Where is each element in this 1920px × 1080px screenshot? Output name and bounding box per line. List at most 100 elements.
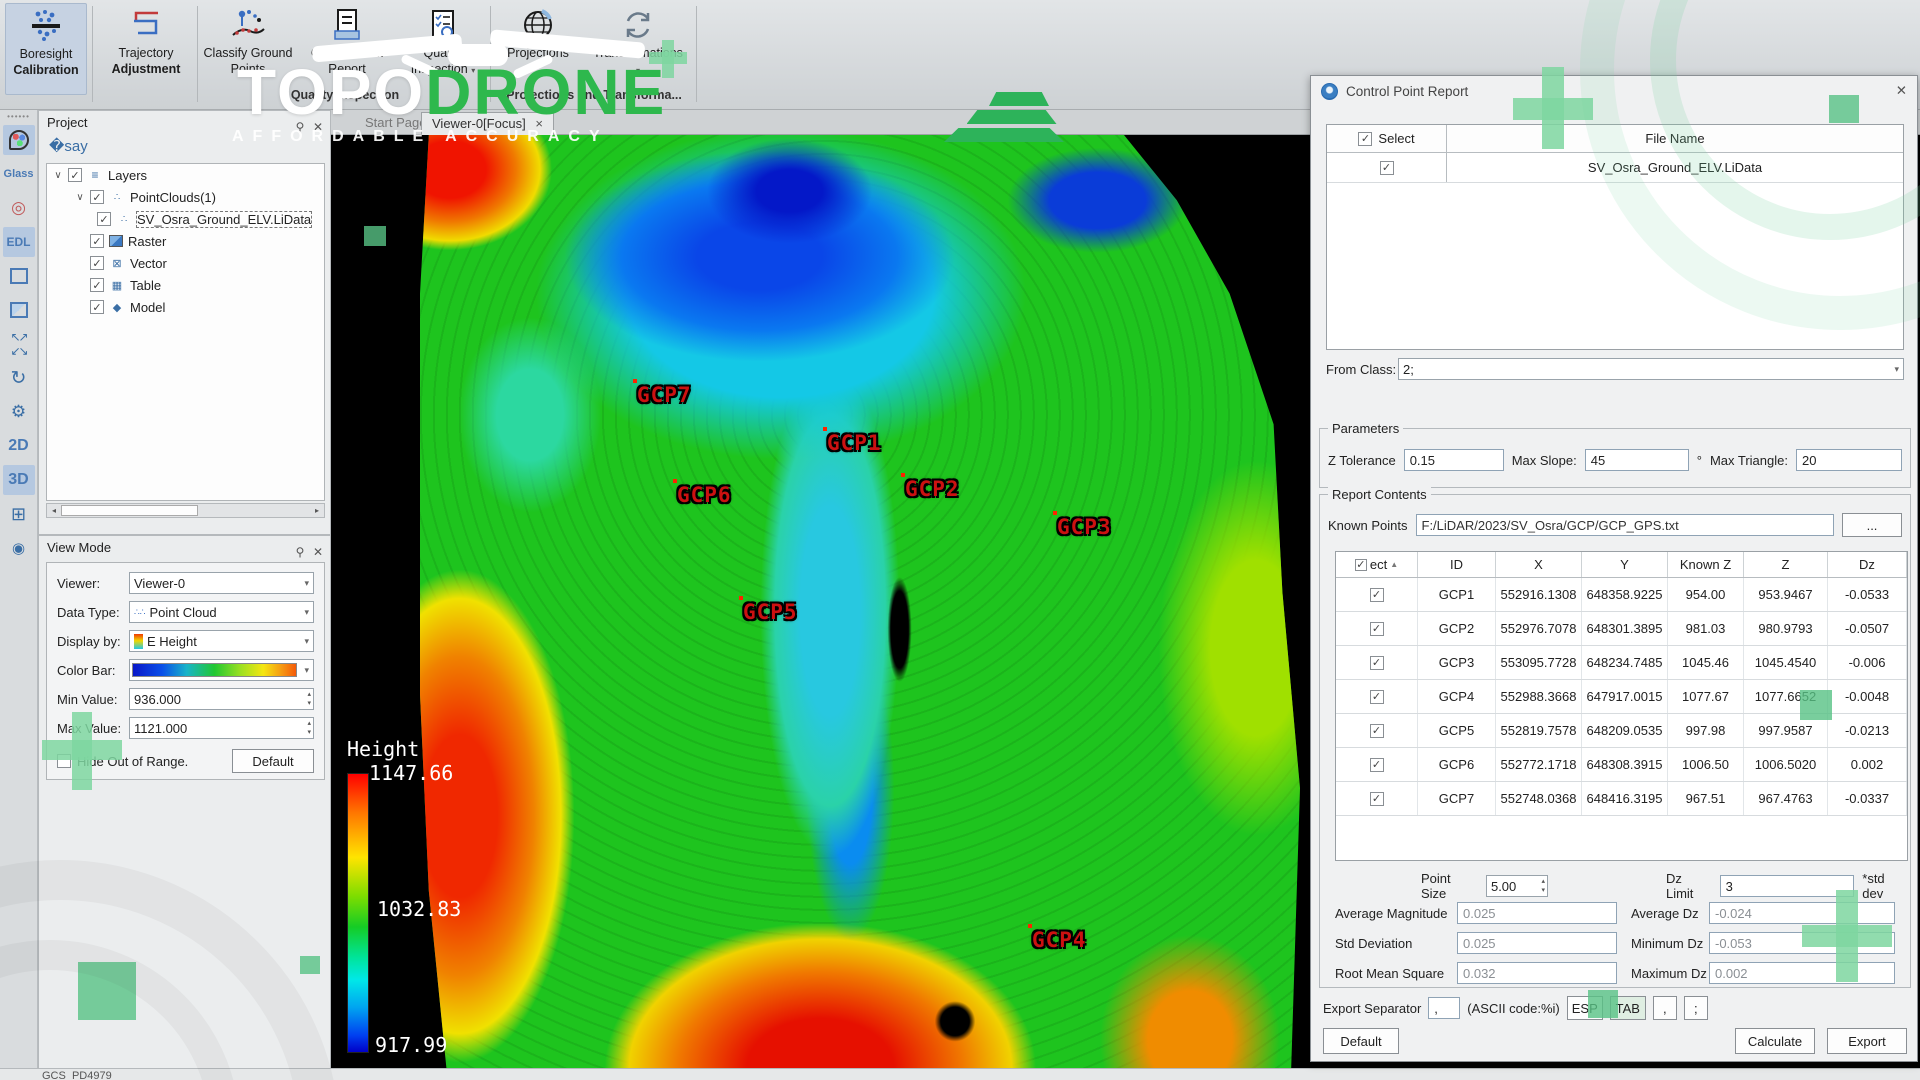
gcp-table-row[interactable]: GCP6 552772.1718 648308.3915 1006.50 100… — [1336, 748, 1907, 782]
tree-item-lidata-file[interactable]: ∴SV_Osra_Ground_ELV.LiData — [47, 208, 324, 230]
gcp-table-row[interactable]: GCP7 552748.0368 648416.3195 967.51 967.… — [1336, 782, 1907, 816]
header-x[interactable]: X — [1496, 552, 1582, 577]
header-dz[interactable]: Dz — [1828, 552, 1907, 577]
select-all-gcp-checkbox[interactable] — [1355, 559, 1367, 571]
control-point-report-button[interactable]: Control Point Report — [300, 3, 394, 95]
header-select[interactable]: ect▲ — [1336, 552, 1418, 577]
strip-drag-handle[interactable]: •••••• — [0, 112, 37, 121]
orbit-rotate-icon[interactable]: ↻ — [3, 363, 35, 393]
tree-item-model[interactable]: ◆Model — [47, 296, 324, 318]
gcp-marker[interactable]: GCP5 — [743, 600, 798, 624]
calculate-button[interactable]: Calculate — [1735, 1028, 1815, 1054]
gcp-table-row[interactable]: GCP2 552976.7078 648301.3895 981.03 980.… — [1336, 612, 1907, 646]
row-checkbox[interactable] — [1370, 792, 1384, 806]
checkbox[interactable] — [90, 256, 104, 270]
display-by-palette-icon[interactable] — [3, 125, 35, 155]
std-deviation-value[interactable]: 0.025 — [1457, 932, 1617, 954]
known-points-path-input[interactable]: F:/LiDAR/2023/SV_Osra/GCP/GCP_GPS.txt — [1416, 514, 1835, 536]
max-slope-input[interactable]: 45 — [1585, 449, 1689, 471]
pin-icon[interactable]: ⚲ — [292, 115, 308, 139]
gcp-marker[interactable]: GCP7 — [637, 383, 692, 407]
rms-value[interactable]: 0.032 — [1457, 962, 1617, 984]
header-known-z[interactable]: Known Z — [1668, 552, 1744, 577]
data-type-select[interactable]: ∴∴Point Cloud▾ — [129, 601, 314, 623]
boresight-calibration-button[interactable]: Boresight Calibration — [5, 3, 87, 95]
tab-separator-button[interactable]: TAB — [1610, 996, 1646, 1020]
gcp-marker[interactable]: GCP2 — [905, 477, 960, 501]
tab-close-icon[interactable]: × — [535, 116, 543, 131]
close-icon[interactable]: ✕ — [310, 540, 326, 564]
tree-item-raster[interactable]: Raster — [47, 230, 324, 252]
cube-view-icon[interactable] — [3, 261, 35, 291]
new-viewer-icon[interactable]: ⊞ — [3, 499, 35, 529]
tree-item-vector[interactable]: ⊠Vector — [47, 252, 324, 274]
header-id[interactable]: ID — [1418, 552, 1496, 577]
header-z[interactable]: Z — [1744, 552, 1828, 577]
dz-limit-input[interactable]: 3 — [1720, 875, 1855, 897]
trajectory-adjustment-button[interactable]: Trajectory Adjustment — [96, 3, 196, 95]
transformations-button[interactable]: Transformations ▾ — [584, 3, 692, 95]
comma-separator-button[interactable]: , — [1653, 996, 1677, 1020]
tab-viewer-0[interactable]: Viewer-0[Focus] × — [421, 112, 554, 135]
row-checkbox[interactable] — [1370, 622, 1384, 636]
color-bar-select[interactable]: ▾ — [129, 659, 314, 681]
separator-input[interactable]: , — [1428, 997, 1460, 1019]
gcp-marker[interactable]: GCP4 — [1032, 928, 1087, 952]
settings-points-icon[interactable]: ⚙ — [3, 397, 35, 427]
min-dz-value[interactable]: -0.053 — [1709, 932, 1895, 954]
checkbox[interactable] — [97, 212, 111, 226]
caret-icon[interactable]: ∨ — [53, 170, 63, 181]
gcp-table-row[interactable]: GCP5 552819.7578 648209.0535 997.98 997.… — [1336, 714, 1907, 748]
gcp-table-row[interactable]: GCP4 552988.3668 647917.0015 1077.67 107… — [1336, 680, 1907, 714]
from-class-select[interactable]: 2;▾ — [1398, 358, 1904, 380]
viewer-select[interactable]: Viewer-0▾ — [129, 572, 314, 594]
esp-separator-button[interactable]: ESP — [1567, 996, 1603, 1020]
tree-item-pointclouds[interactable]: ∨∴PointClouds(1) — [47, 186, 324, 208]
terrain-point-cloud[interactable] — [420, 135, 1300, 1068]
classify-ground-points-button[interactable]: Classify Ground Points — [200, 3, 296, 95]
gcp-table-row[interactable]: GCP3 553095.7728 648234.7485 1045.46 104… — [1336, 646, 1907, 680]
display-by-select[interactable]: E Height▾ — [129, 630, 314, 652]
default-button[interactable]: Default — [232, 749, 314, 773]
roam-view-icon[interactable]: ◉ — [3, 533, 35, 563]
row-checkbox[interactable] — [1370, 724, 1384, 738]
pin-icon[interactable]: ⚲ — [292, 540, 308, 564]
checkbox[interactable] — [68, 168, 82, 182]
checkbox[interactable] — [90, 300, 104, 314]
z-tolerance-input[interactable]: 0.15 — [1404, 449, 1504, 471]
dialog-default-button[interactable]: Default — [1323, 1028, 1399, 1054]
row-checkbox[interactable] — [1370, 690, 1384, 704]
row-checkbox[interactable] — [1370, 656, 1384, 670]
select-all-checkbox[interactable] — [1358, 132, 1372, 146]
dialog-close-icon[interactable]: ✕ — [1896, 83, 1907, 99]
browse-button[interactable]: ... — [1842, 513, 1902, 537]
tree-item-table[interactable]: ▦Table — [47, 274, 324, 296]
max-value-input[interactable]: 1121.000▴▾ — [129, 717, 314, 739]
layers-stack-icon[interactable]: �say — [49, 137, 88, 155]
cross-section-icon[interactable] — [3, 295, 35, 325]
max-triangle-input[interactable]: 20 — [1796, 449, 1902, 471]
gcp-table-row[interactable]: GCP1 552916.1308 648358.9225 954.00 953.… — [1336, 578, 1907, 612]
quality-inspection-button[interactable]: Quality Inspection ▾ — [398, 3, 488, 95]
file-checkbox[interactable] — [1380, 161, 1394, 175]
min-value-input[interactable]: 936.000▴▾ — [129, 688, 314, 710]
gcp-marker[interactable]: GCP1 — [827, 431, 882, 455]
tree-item-layers[interactable]: ∨≡Layers — [47, 164, 324, 186]
file-table-row[interactable]: SV_Osra_Ground_ELV.LiData — [1327, 153, 1903, 183]
edl-mode-button[interactable]: EDL — [3, 227, 35, 257]
glass-mode-button[interactable]: Glass — [3, 159, 35, 189]
point-size-input[interactable]: 5.00▴▾ — [1486, 875, 1548, 897]
view-3d-button[interactable]: 3D — [3, 465, 35, 495]
tree-hscrollbar[interactable]: ◂ ▸ — [46, 503, 325, 518]
gcp-marker[interactable]: GCP3 — [1057, 515, 1112, 539]
row-checkbox[interactable] — [1370, 758, 1384, 772]
view-2d-button[interactable]: 2D — [3, 431, 35, 461]
checkbox[interactable] — [90, 234, 104, 248]
full-extent-icon[interactable]: ↖↗↙↘ — [3, 329, 35, 359]
close-icon[interactable]: ✕ — [310, 115, 326, 139]
gcp-marker[interactable]: GCP6 — [677, 483, 732, 507]
contour-glasses-icon[interactable]: ◎ — [3, 193, 35, 223]
hide-out-of-range-checkbox[interactable] — [57, 754, 71, 768]
checkbox[interactable] — [90, 278, 104, 292]
caret-icon[interactable]: ∨ — [75, 192, 85, 203]
